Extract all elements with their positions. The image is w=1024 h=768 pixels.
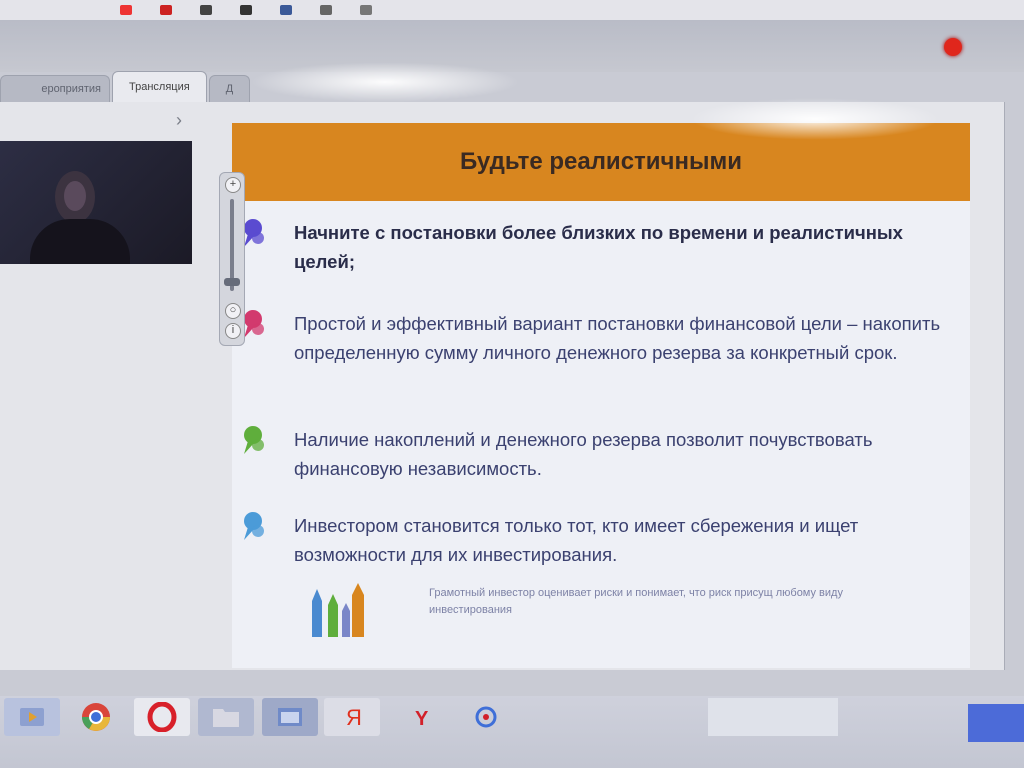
- slide-bullet: Инвестором становится только тот, кто им…: [240, 511, 954, 569]
- bullet-text: Наличие накоплений и денежного резерва п…: [294, 429, 873, 479]
- taskbar-window-button[interactable]: [708, 698, 838, 736]
- svg-text:Я: Я: [346, 705, 362, 730]
- yandex-icon: [120, 5, 132, 15]
- chevron-right-icon[interactable]: ›: [176, 110, 182, 131]
- chrome-icon[interactable]: [68, 698, 124, 736]
- bookmark-icon: [240, 5, 252, 15]
- presenter-body: [30, 219, 130, 264]
- zoom-in-icon[interactable]: +: [225, 177, 241, 193]
- tab-events[interactable]: ероприятия: [0, 75, 110, 102]
- slide-bullet: Простой и эффективный вариант постановки…: [240, 309, 954, 367]
- bookmark-icon: [160, 5, 172, 15]
- bookmark-item[interactable]: [320, 5, 332, 15]
- bullet-text: Простой и эффективный вариант постановки…: [294, 313, 941, 363]
- webcam-video[interactable]: [0, 141, 192, 264]
- screen-glare: [690, 98, 940, 140]
- yandex-browser-icon[interactable]: Y: [394, 698, 450, 736]
- svg-text:Y: Y: [415, 708, 429, 730]
- screen-glare: [250, 62, 520, 102]
- tab-label: ероприятия: [41, 83, 101, 95]
- bookmark-icon: [320, 5, 332, 15]
- zoom-thumb[interactable]: [224, 277, 240, 286]
- bookmark-item[interactable]: [120, 5, 132, 15]
- yandex-icon[interactable]: Я: [324, 698, 380, 736]
- bookmark-item[interactable]: [280, 5, 292, 15]
- zoom-slider[interactable]: + ○ i: [219, 172, 245, 346]
- slide-bullet: Наличие накоплений и денежного резерва п…: [240, 425, 954, 483]
- zoom-info-icon[interactable]: i: [225, 323, 241, 339]
- bookmark-icon: [360, 5, 372, 15]
- tab-documents[interactable]: Д: [208, 75, 251, 102]
- media-player-icon[interactable]: [4, 698, 60, 736]
- pushpin-icon: [244, 426, 264, 454]
- slide-bullet: Начните с постановки более близких по вр…: [240, 218, 954, 276]
- tab-label: Д: [225, 83, 234, 95]
- bookmark-item[interactable]: [360, 5, 372, 15]
- bookmarks-bar: [0, 0, 1024, 20]
- pushpin-icon: [244, 512, 264, 540]
- bookmark-item[interactable]: [200, 5, 212, 15]
- pencils-icon: [312, 583, 364, 637]
- presentation-slide: Будьте реалистичными Начните с постановк…: [232, 123, 970, 668]
- bookmark-icon: [200, 5, 212, 15]
- tab-label: Трансляция: [129, 81, 190, 93]
- window-icon[interactable]: [262, 698, 318, 736]
- bullet-text: Начните с постановки более близких по вр…: [294, 222, 903, 272]
- zoom-reset-icon[interactable]: ○: [225, 303, 241, 319]
- folder-icon[interactable]: [198, 698, 254, 736]
- bookmark-item[interactable]: [160, 5, 172, 15]
- bookmark-item[interactable]: [240, 5, 252, 15]
- opera-icon[interactable]: [134, 698, 190, 736]
- presenter-face: [64, 181, 86, 211]
- app-c-icon[interactable]: [458, 698, 514, 736]
- bullet-text: Инвестором становится только тот, кто им…: [294, 515, 859, 565]
- taskbar-active-button[interactable]: [968, 704, 1024, 742]
- facebook-icon: [280, 5, 292, 15]
- slide-title: Будьте реалистичными: [460, 148, 742, 175]
- tab-broadcast[interactable]: Трансляция: [112, 71, 207, 102]
- tab-bar: ероприятия Трансляция Д: [0, 71, 252, 102]
- record-icon[interactable]: [944, 38, 962, 56]
- footer-note: Грамотный инвестор оценивает риски и пон…: [429, 587, 843, 616]
